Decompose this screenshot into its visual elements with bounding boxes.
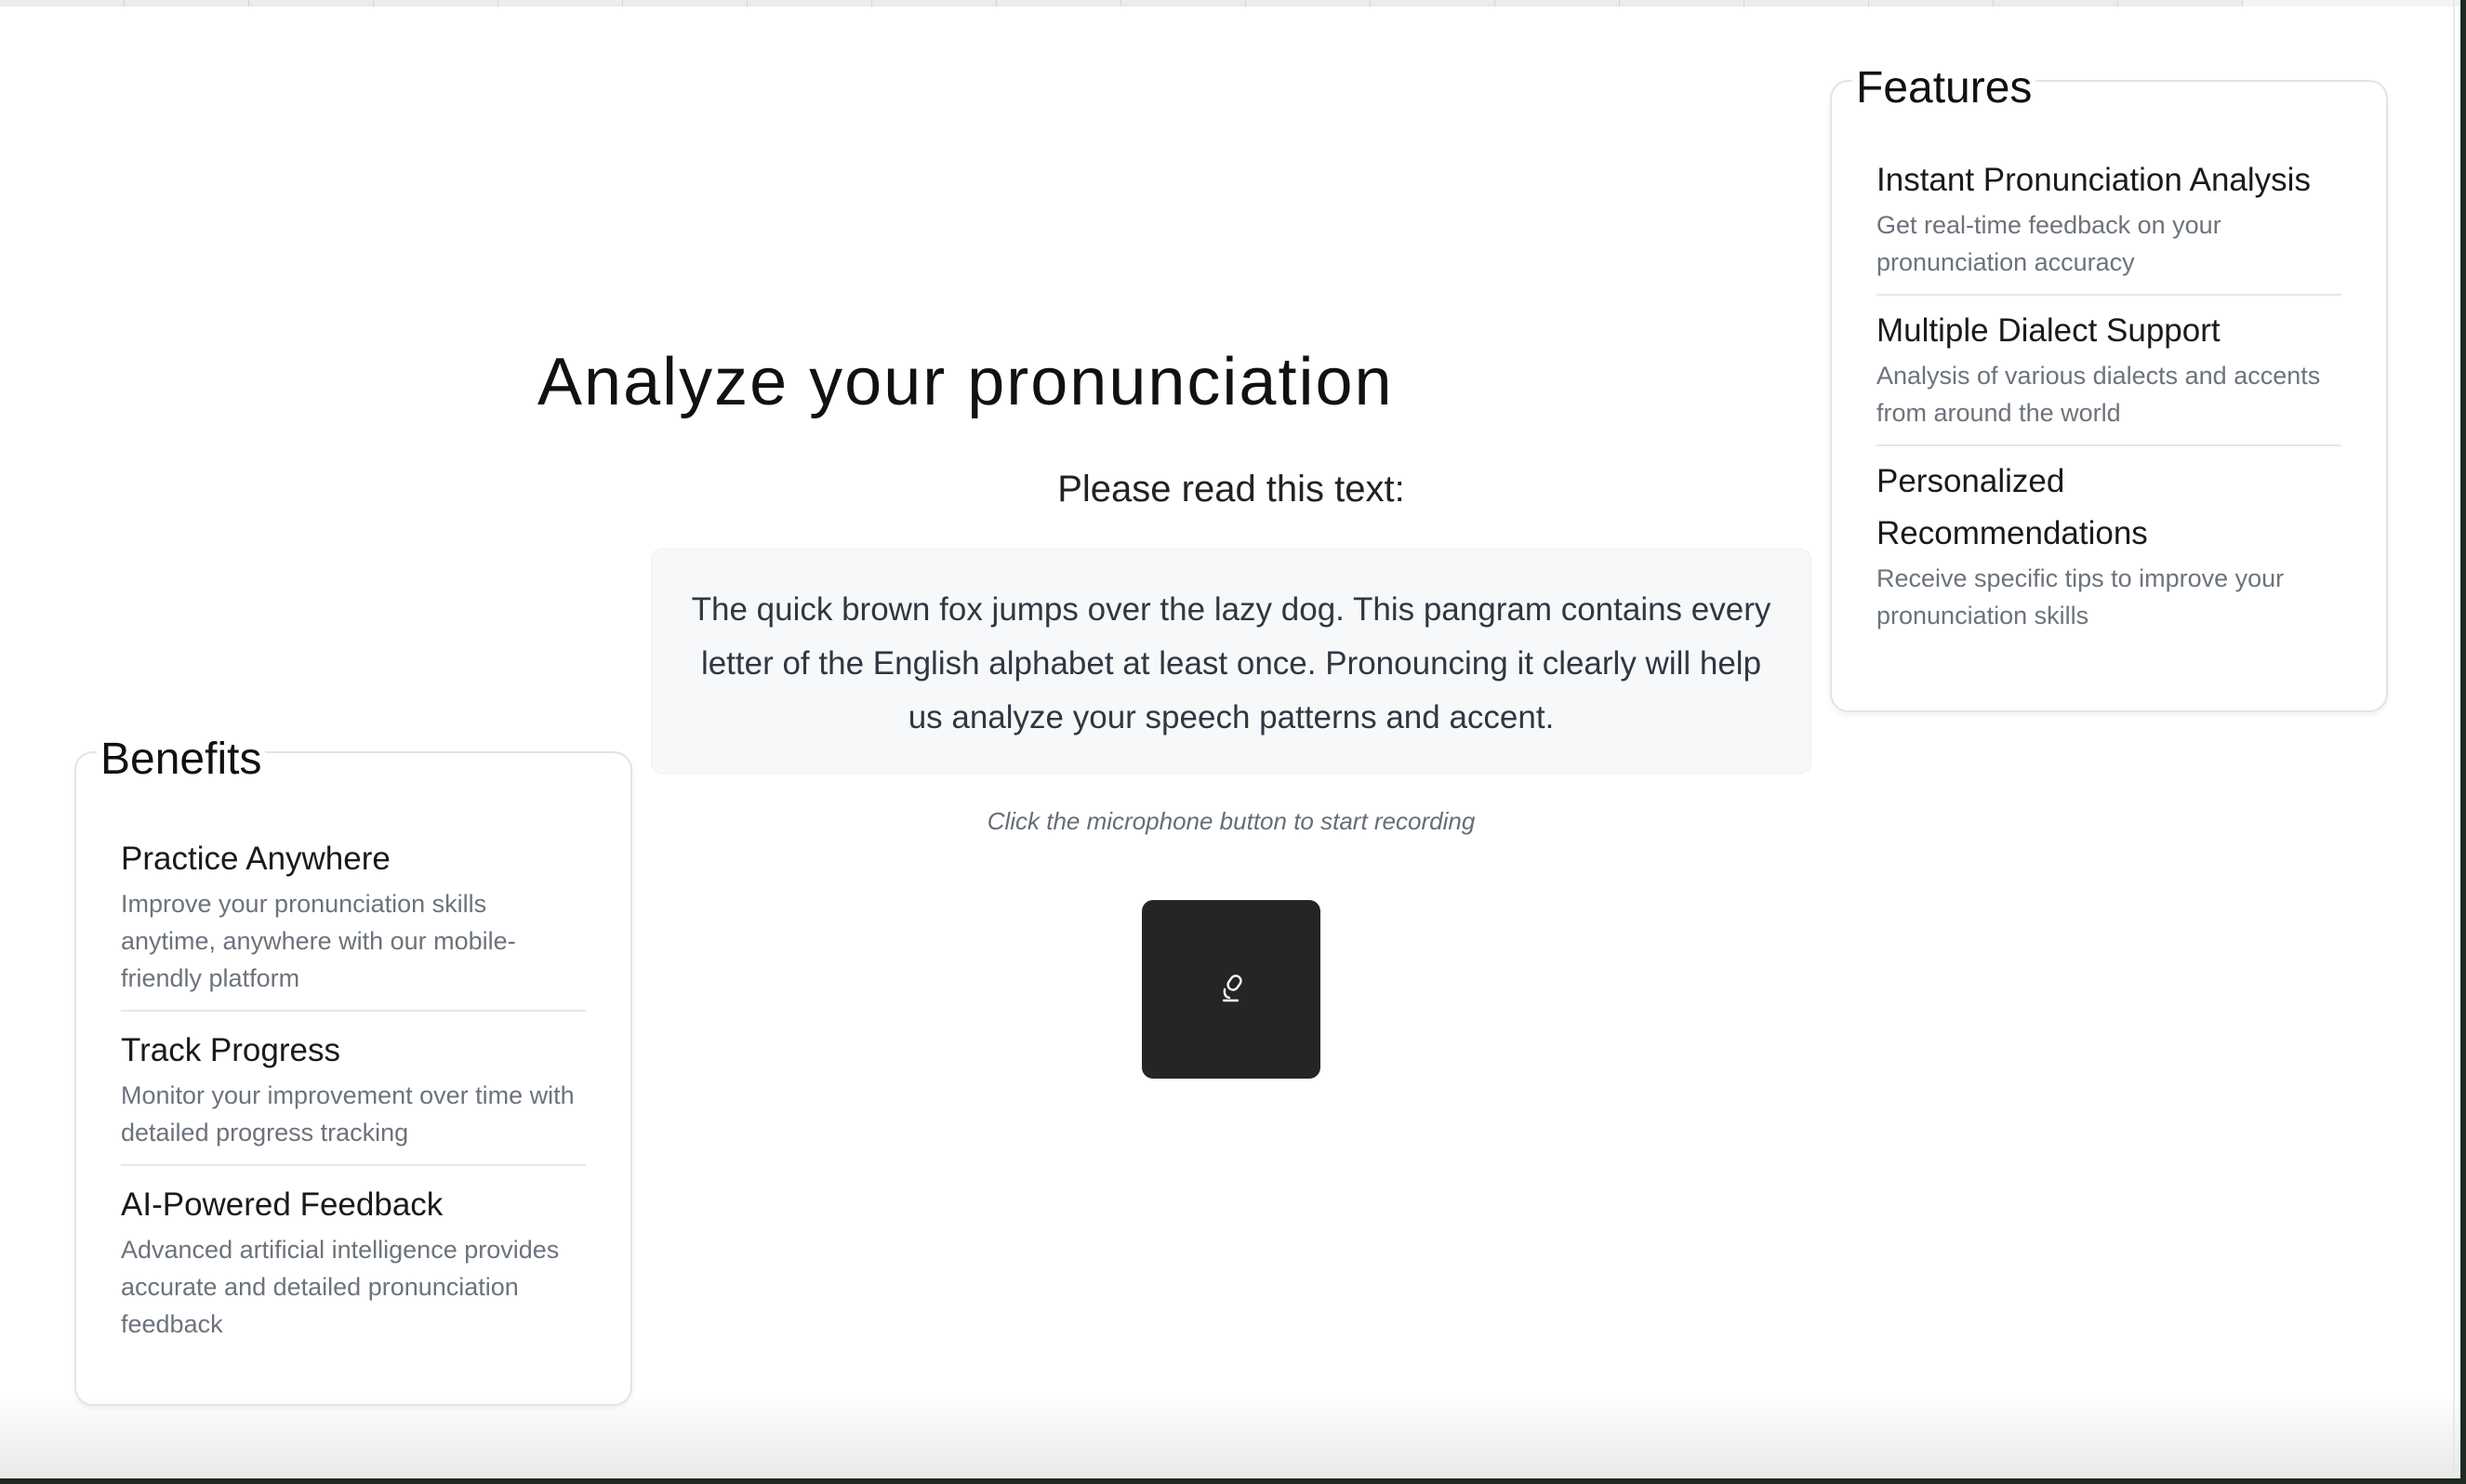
- reading-prompt-label: Please read this text:: [1057, 469, 1405, 510]
- reading-text: The quick brown fox jumps over the lazy …: [691, 591, 1771, 735]
- feature-title: Multiple Dialect Support: [1876, 312, 2221, 349]
- benefit-item: Track Progress Monitor your improvement …: [121, 1012, 586, 1166]
- benefit-item: AI-Powered Feedback Advanced artificial …: [121, 1166, 586, 1356]
- benefit-description: Monitor your improvement over time with …: [121, 1081, 575, 1146]
- benefits-heading: Benefits: [97, 733, 266, 787]
- tab[interactable]: [1495, 0, 1620, 7]
- tab[interactable]: [997, 0, 1121, 7]
- feature-item: Instant Pronunciation Analysis Get real-…: [1876, 154, 2341, 296]
- reading-text-box: The quick brown fox jumps over the lazy …: [651, 549, 1811, 774]
- benefit-title: AI-Powered Feedback: [121, 1186, 444, 1223]
- tab-strip: [0, 0, 2460, 7]
- tab[interactable]: [2118, 0, 2243, 7]
- tab[interactable]: [1994, 0, 2118, 7]
- recording-hint: Click the microphone button to start rec…: [987, 807, 1476, 835]
- feature-item: Multiple Dialect Support Analysis of var…: [1876, 296, 2341, 446]
- tab[interactable]: [249, 0, 374, 7]
- tab[interactable]: [1121, 0, 1246, 7]
- feature-title: Instant Pronunciation Analysis: [1876, 162, 2311, 198]
- benefit-title: Practice Anywhere: [121, 841, 391, 877]
- page-title: Analyze your pronunciation: [537, 345, 1394, 419]
- benefit-item: Practice Anywhere Improve your pronuncia…: [121, 833, 586, 1012]
- bottom-shadow: [0, 1395, 2460, 1478]
- tab[interactable]: [498, 0, 623, 7]
- benefits-card: Benefits Practice Anywhere Improve your …: [74, 733, 632, 1406]
- benefit-description: Advanced artificial intelligence provide…: [121, 1236, 560, 1338]
- browser-window: Analyze your pronunciation Please read t…: [0, 0, 2460, 1478]
- tab[interactable]: [125, 0, 249, 7]
- features-card: Features Instant Pronunciation Analysis …: [1830, 61, 2388, 712]
- feature-description: Get real-time feedback on your pronuncia…: [1876, 211, 2221, 276]
- tab[interactable]: [0, 0, 125, 7]
- record-button[interactable]: [1142, 900, 1320, 1079]
- features-heading: Features: [1852, 61, 2036, 115]
- feature-description: Analysis of various dialects and accents…: [1876, 362, 2321, 427]
- tab-active[interactable]: [2243, 0, 2460, 7]
- tab[interactable]: [1744, 0, 1869, 7]
- tab[interactable]: [623, 0, 748, 7]
- tab[interactable]: [748, 0, 872, 7]
- feature-title: Personalized Recommendations: [1876, 463, 2148, 551]
- tab[interactable]: [1371, 0, 1495, 7]
- tab[interactable]: [872, 0, 997, 7]
- tab[interactable]: [374, 0, 498, 7]
- benefit-title: Track Progress: [121, 1032, 340, 1068]
- tab[interactable]: [1620, 0, 1744, 7]
- benefit-description: Improve your pronunciation skills anytim…: [121, 890, 516, 992]
- feature-item: Personalized Recommendations Receive spe…: [1876, 446, 2341, 647]
- tab[interactable]: [1246, 0, 1371, 7]
- tab[interactable]: [1869, 0, 1994, 7]
- feature-description: Receive specific tips to improve your pr…: [1876, 564, 2285, 629]
- microphone-icon: [1217, 973, 1245, 1007]
- window-edge: [2453, 0, 2455, 1478]
